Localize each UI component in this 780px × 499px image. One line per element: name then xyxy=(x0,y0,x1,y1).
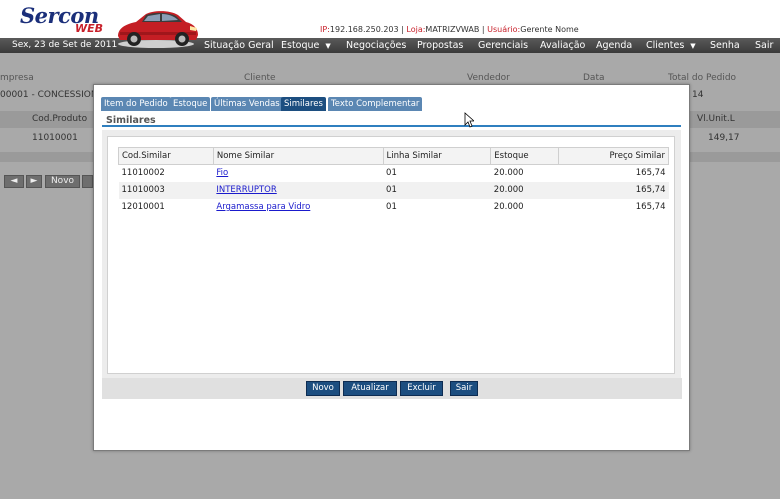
menu-propostas[interactable]: Propostas xyxy=(417,40,463,51)
mouse-cursor-icon xyxy=(464,112,474,128)
menu-senha[interactable]: Senha xyxy=(710,40,740,51)
similares-table: Cod.Similar Nome Similar Linha Similar E… xyxy=(118,147,669,216)
menu-label: Negociações xyxy=(346,40,407,51)
menu-avaliacao[interactable]: Avaliação xyxy=(540,40,585,51)
tab-ultimas-vendas[interactable]: Últimas Vendas xyxy=(211,97,283,111)
usuario-value: Gerente Nome xyxy=(520,25,579,34)
menu-agenda[interactable]: Agenda xyxy=(596,40,632,51)
loja-label: Loja: xyxy=(406,25,426,34)
bg-label-total: Total do Pedido xyxy=(668,73,737,83)
tab-similares[interactable]: Similares xyxy=(281,97,326,111)
column-header-cod-similar[interactable]: Cod.Similar xyxy=(118,147,214,165)
menu-label: Clientes xyxy=(646,40,685,51)
menu-label: Estoque xyxy=(281,40,320,51)
cell-estoque: 20.000 xyxy=(490,181,559,199)
bg-button-partial xyxy=(82,175,93,188)
similares-dialog: Item do Pedido Estoque Últimas Vendas Si… xyxy=(93,84,690,451)
similar-item-link[interactable]: INTERRUPTOR xyxy=(216,185,276,195)
cell-cod-similar: 12010001 xyxy=(121,202,165,212)
table-row[interactable]: 11010003 INTERRUPTOR 01 20.000 165,74 xyxy=(118,181,669,199)
sair-button[interactable]: Sair xyxy=(450,381,478,396)
menu-sair[interactable]: Sair xyxy=(755,40,773,51)
similar-item-link[interactable]: Fio xyxy=(216,168,228,178)
similares-grid-container: Cod.Similar Nome Similar Linha Similar E… xyxy=(107,136,675,374)
dropdown-arrow-icon: ▼ xyxy=(325,42,331,50)
ip-value: 192.168.250.203 xyxy=(329,25,399,34)
cell-cod-similar: 11010003 xyxy=(118,181,214,199)
bg-label-data: Data xyxy=(583,73,605,83)
novo-button[interactable]: Novo xyxy=(306,381,340,396)
arrow-left-icon: ◄ xyxy=(10,176,18,186)
car-logo-icon xyxy=(118,11,198,48)
menu-situacao-geral[interactable]: Situação Geral xyxy=(204,40,274,51)
cell-cod-similar: 11010002 xyxy=(121,168,165,179)
atualizar-button[interactable]: Atualizar xyxy=(343,381,397,396)
bg-vl-unit-value: 149,17 xyxy=(708,133,740,143)
cell-preco-similar: 165,74 xyxy=(558,181,669,199)
bg-label-cliente: Cliente xyxy=(244,73,276,83)
menu-estoque[interactable]: Estoque ▼ xyxy=(281,40,331,51)
column-header-preco-similar[interactable]: Preço Similar xyxy=(558,147,669,165)
cell-estoque: 20.000 xyxy=(493,168,524,179)
status-separator: | xyxy=(479,25,488,34)
bg-label-vendedor: Vendedor xyxy=(467,73,510,83)
menu-gerenciais[interactable]: Gerenciais xyxy=(478,40,528,51)
bg-cod-produto-header: Cod.Produto xyxy=(32,114,88,124)
menu-label: Sair xyxy=(755,40,774,51)
similar-item-link[interactable]: Argamassa para Vidro xyxy=(216,202,310,212)
arrow-right-icon: ► xyxy=(30,176,38,186)
table-row[interactable]: 12010001 Argamassa para Vidro 01 20.000 … xyxy=(119,199,669,216)
menu-label: Avaliação xyxy=(540,40,586,51)
menu-label: Senha xyxy=(710,40,740,51)
tab-item-do-pedido[interactable]: Item do Pedido xyxy=(101,97,171,111)
loja-value: MATRIZVWAB xyxy=(425,25,480,34)
cell-nome-similar: Fio xyxy=(213,165,383,182)
cell-linha-similar: 01 xyxy=(386,202,397,212)
sercon-web-logo: Sercon WEB xyxy=(20,3,120,37)
bg-prev-button: ◄ xyxy=(4,175,24,188)
table-row[interactable]: 11010002 Fio 01 20.000 165,74 xyxy=(119,165,669,182)
bg-next-button: ► xyxy=(26,175,42,188)
excluir-button[interactable]: Excluir xyxy=(400,381,443,396)
similares-panel: Cod.Similar Nome Similar Linha Similar E… xyxy=(102,130,681,378)
cell-linha-similar: 01 xyxy=(383,181,491,199)
cell-preco-similar: 165,74 xyxy=(635,168,666,179)
bg-novo-button: Novo xyxy=(45,175,80,188)
bg-empresa-value: 00001 - CONCESSION xyxy=(0,90,98,100)
usuario-label: Usuário: xyxy=(487,25,521,34)
tab-texto-complementar[interactable]: Texto Complementar xyxy=(328,97,423,111)
menu-clientes[interactable]: Clientes ▼ xyxy=(646,40,696,51)
bg-cod-produto-value: 11010001 xyxy=(32,133,78,143)
cell-nome-similar: Argamassa para Vidro xyxy=(213,199,383,216)
tab-estoque[interactable]: Estoque xyxy=(170,97,211,111)
bg-total-value: 14 xyxy=(692,90,704,100)
bg-label-empresa: mpresa xyxy=(0,73,34,83)
dialog-button-bar: Novo Atualizar Excluir Sair xyxy=(102,378,682,399)
current-date: Sex, 23 de Set de 2011 xyxy=(12,40,118,50)
bg-vl-unit-header: Vl.Unit.L xyxy=(697,114,735,124)
cell-linha-similar: 01 xyxy=(386,168,397,179)
menu-negociacoes[interactable]: Negociações xyxy=(346,40,406,51)
menu-label: Situação Geral xyxy=(204,40,274,51)
session-status: IP:192.168.250.203 | Loja:MATRIZVWAB | U… xyxy=(320,25,579,34)
column-header-nome-similar[interactable]: Nome Similar xyxy=(212,147,384,165)
column-header-linha-similar[interactable]: Linha Similar xyxy=(382,147,492,165)
menu-label: Gerenciais xyxy=(478,40,529,51)
menu-label: Agenda xyxy=(596,40,633,51)
column-header-estoque[interactable]: Estoque xyxy=(490,147,560,165)
cell-estoque: 20.000 xyxy=(493,202,524,212)
menu-label: Propostas xyxy=(417,40,464,51)
cell-preco-similar: 165,74 xyxy=(635,202,666,212)
ip-label: IP: xyxy=(320,25,330,34)
table-header-row: Cod.Similar Nome Similar Linha Similar E… xyxy=(118,147,669,165)
cell-nome-similar: INTERRUPTOR xyxy=(213,181,384,199)
logo-subtext: WEB xyxy=(75,22,104,35)
dropdown-arrow-icon: ▼ xyxy=(690,42,696,50)
section-divider xyxy=(102,125,681,127)
